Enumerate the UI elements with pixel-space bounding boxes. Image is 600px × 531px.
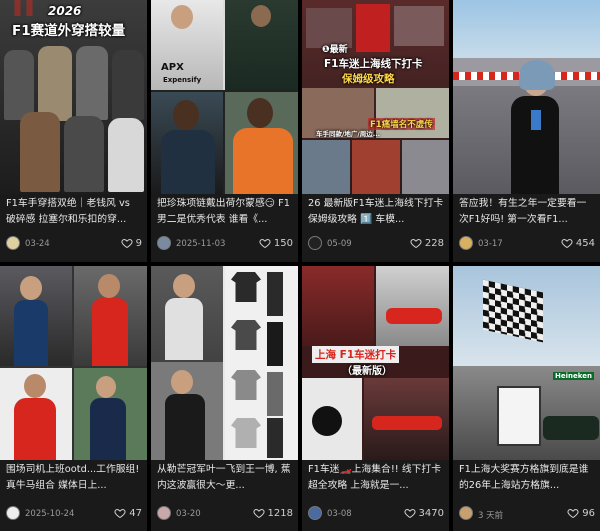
note-card[interactable]: 答应我！有生之年一定要看一次F1好吗! 第一次看F1... 03-17 454	[453, 0, 600, 262]
note-cover[interactable]: Heineken	[453, 266, 600, 460]
note-cover[interactable]	[453, 0, 600, 194]
note-caption[interactable]: 26 最新版F1车迷上海线下打卡保姆级攻略 1️⃣ 车模...	[308, 196, 444, 228]
author-avatar[interactable]	[6, 236, 20, 250]
like-count[interactable]: 150	[259, 237, 293, 249]
cover-sponsor-text: Expensify	[163, 76, 202, 84]
author-avatar[interactable]	[308, 506, 322, 520]
note-date: 03-17	[478, 239, 503, 249]
note-card[interactable]: 2026 F1赛道外穿搭较量 F1车手穿搭双绝｜老钱风 vs 破碎感 拉塞尔和乐…	[0, 0, 147, 262]
note-date: 2025-11-03	[176, 239, 226, 249]
note-cover[interactable]	[0, 266, 147, 460]
author-avatar[interactable]	[157, 506, 171, 520]
like-number: 96	[582, 507, 595, 519]
note-meta: 3 天前 96	[459, 506, 595, 522]
note-card[interactable]: 从勒芒冠军叶一飞到王一博, 蕉内这波赢很大～更... 03-20 1218	[151, 266, 298, 531]
note-meta: 03-17 454	[459, 236, 595, 252]
note-meta: 2025-11-03 150	[157, 236, 293, 252]
note-date: 03-24	[25, 239, 50, 249]
note-card[interactable]: 上海 F1车迷打卡 （最新版） F1车迷🏎️上海集合!! 线下打卡超全攻略 上海…	[302, 266, 449, 531]
author-avatar[interactable]	[459, 506, 473, 520]
note-card[interactable]: 围场司机上班ootd...工作服组! 真牛马组合 媒体日上... 2025-10…	[0, 266, 147, 531]
note-date: 03-20	[176, 509, 201, 519]
note-meta: 05-09 228	[308, 236, 444, 252]
like-count[interactable]: 47	[114, 507, 142, 519]
like-number: 150	[273, 237, 293, 249]
heart-icon[interactable]	[561, 237, 573, 249]
heart-icon[interactable]	[114, 507, 126, 519]
cover-year: 2026	[48, 4, 82, 18]
note-date: 3 天前	[478, 511, 504, 521]
like-count[interactable]: 454	[561, 237, 595, 249]
like-count[interactable]: 9	[121, 237, 142, 249]
note-caption[interactable]: F1车迷🏎️上海集合!! 线下打卡超全攻略 上海就是一...	[308, 462, 444, 494]
note-caption[interactable]: F1车手穿搭双绝｜老钱风 vs 破碎感 拉塞尔和乐扣的穿...	[6, 196, 142, 228]
heart-icon[interactable]	[121, 237, 133, 249]
cover-banner: Heineken	[553, 372, 594, 380]
author-avatar[interactable]	[157, 236, 171, 250]
like-number: 228	[424, 237, 444, 249]
note-cover[interactable]: APX Expensify	[151, 0, 298, 194]
note-cover[interactable]: 上海 F1车迷打卡 （最新版）	[302, 266, 449, 460]
note-cover[interactable]	[151, 266, 298, 460]
cover-title: F1车迷上海线下打卡	[324, 58, 423, 70]
like-number: 47	[129, 507, 142, 519]
like-number: 1218	[267, 507, 293, 519]
like-count[interactable]: 96	[567, 507, 595, 519]
like-number: 9	[135, 237, 142, 249]
note-meta: 03-08 3470	[308, 506, 444, 522]
like-count[interactable]: 1218	[253, 507, 293, 519]
note-card[interactable]: APX Expensify 把珍珠项链戴出荷尔蒙感😏 F1男二是优秀代表 谁看《…	[151, 0, 298, 262]
note-caption[interactable]: 从勒芒冠军叶一飞到王一博, 蕉内这波赢很大～更...	[157, 462, 293, 494]
like-number: 454	[575, 237, 595, 249]
author-avatar[interactable]	[459, 236, 473, 250]
heart-icon[interactable]	[253, 507, 265, 519]
note-caption[interactable]: 把珍珠项链戴出荷尔蒙感😏 F1男二是优秀代表 谁看《...	[157, 196, 293, 228]
heart-icon[interactable]	[410, 237, 422, 249]
note-date: 05-09	[327, 239, 352, 249]
note-caption[interactable]: F1上海大奖赛方格旗到底是谁的26年上海站方格旗...	[459, 462, 595, 494]
note-date: 03-08	[327, 509, 352, 519]
note-feed: 2026 F1赛道外穿搭较量 F1车手穿搭双绝｜老钱风 vs 破碎感 拉塞尔和乐…	[0, 0, 600, 531]
heart-icon[interactable]	[404, 507, 416, 519]
note-meta: 2025-10-24 47	[6, 506, 142, 522]
cover-badge: ❶最新	[322, 45, 348, 55]
like-number: 3470	[418, 507, 444, 519]
author-avatar[interactable]	[308, 236, 322, 250]
note-card[interactable]: ❶最新 F1车迷上海线下打卡 保姆级攻略 F1痛墙名不虚传 车手同款/地广/周边…	[302, 0, 449, 262]
heart-icon[interactable]	[567, 507, 579, 519]
note-caption[interactable]: 围场司机上班ootd...工作服组! 真牛马组合 媒体日上...	[6, 462, 142, 494]
cover-subtitle: （最新版）	[342, 366, 392, 377]
note-meta: 03-20 1218	[157, 506, 293, 522]
cover-sponsor-text: APX	[161, 62, 184, 73]
like-count[interactable]: 3470	[404, 507, 444, 519]
heart-icon[interactable]	[259, 237, 271, 249]
author-avatar[interactable]	[6, 506, 20, 520]
note-cover[interactable]: ❶最新 F1车迷上海线下打卡 保姆级攻略 F1痛墙名不虚传 车手同款/地广/周边…	[302, 0, 449, 194]
cover-subtitle: 保姆级攻略	[342, 73, 395, 85]
cover-tag: 车手同款/地广/周边...	[316, 130, 381, 138]
cover-title: 上海 F1车迷打卡	[312, 346, 400, 363]
note-caption[interactable]: 答应我！有生之年一定要看一次F1好吗! 第一次看F1...	[459, 196, 595, 228]
cover-title: F1赛道外穿搭较量	[12, 23, 126, 39]
note-date: 2025-10-24	[25, 509, 75, 519]
note-card[interactable]: Heineken F1上海大奖赛方格旗到底是谁的26年上海站方格旗... 3 天…	[453, 266, 600, 531]
note-cover[interactable]: 2026 F1赛道外穿搭较量	[0, 0, 147, 194]
note-meta: 03-24 9	[6, 236, 142, 252]
like-count[interactable]: 228	[410, 237, 444, 249]
